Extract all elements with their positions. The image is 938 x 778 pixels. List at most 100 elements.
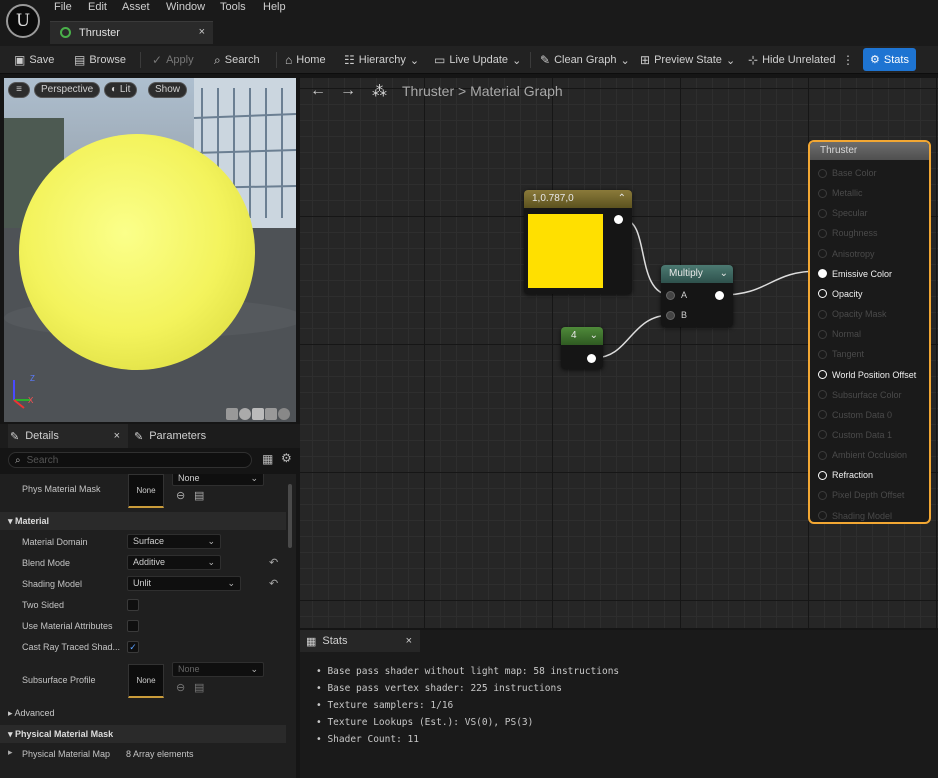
result-pin-row[interactable]: Specular (818, 208, 868, 218)
material-graph[interactable]: ← → ⁂ Thruster > Material Graph 1,0.787,… (300, 78, 938, 628)
clean-graph-button[interactable]: ✎ Clean Graph ⌄ (540, 50, 630, 70)
menu-help[interactable]: Help (263, 1, 286, 13)
result-pin-row[interactable]: Anisotropy (818, 249, 875, 259)
result-input-pin[interactable] (818, 208, 827, 218)
section-advanced[interactable]: ▸ Advanced (0, 704, 286, 722)
menu-window[interactable]: Window (166, 1, 205, 13)
details-search-input[interactable]: ⌕ Search (8, 452, 252, 468)
perspective-button[interactable]: Perspective (34, 82, 101, 98)
material-domain-dropdown[interactable]: Surface ⌄ (127, 534, 221, 549)
two-sided-checkbox[interactable] (127, 599, 139, 611)
result-pin-row[interactable]: Ambient Occlusion (818, 450, 907, 460)
sphere-mesh-icon[interactable] (239, 408, 251, 420)
hierarchy-button[interactable]: ☷ Hierarchy ⌄ (344, 50, 419, 70)
browse-button[interactable]: ▤ Browse (74, 50, 126, 70)
chevron-down-icon[interactable]: ⌄ (720, 265, 728, 283)
phys-material-mask-thumbnail[interactable]: None (128, 474, 164, 508)
collapse-chevron-icon[interactable]: ⌃ (618, 190, 626, 208)
result-input-pin[interactable] (818, 329, 827, 339)
menu-asset[interactable]: Asset (122, 1, 150, 13)
material-result-node[interactable]: Thruster Base Color Metallic Specular Rough… (808, 140, 931, 524)
phys-material-mask-dropdown[interactable]: None ⌄ (172, 474, 264, 486)
hide-unrelated-button[interactable]: ⊹ Hide Unrelated (748, 50, 835, 70)
use-material-attributes-checkbox[interactable] (127, 620, 139, 632)
result-pin-row[interactable]: Refraction (818, 470, 873, 480)
constant-output-pin[interactable] (587, 354, 596, 363)
lit-button[interactable]: ◐ Lit (104, 82, 138, 98)
result-input-pin[interactable] (818, 410, 827, 420)
constant-node[interactable]: 4 ⌄ (561, 327, 603, 369)
reset-to-default-icon[interactable]: ↶ (269, 577, 278, 590)
result-pin-row[interactable]: Opacity (818, 289, 863, 299)
result-input-pin[interactable] (818, 269, 827, 279)
multiply-node[interactable]: Multiply ⌄ A B (661, 265, 733, 327)
constant3-node[interactable]: 1,0.787,0 ⌃ (524, 190, 632, 294)
result-input-pin[interactable] (818, 470, 827, 480)
result-input-pin[interactable] (818, 168, 827, 178)
stats-close-icon[interactable]: × (406, 635, 412, 647)
color-swatch[interactable] (528, 214, 603, 288)
apply-button[interactable]: ✓ Apply (152, 50, 194, 70)
constant3-output-pin[interactable] (614, 215, 623, 224)
result-pin-row[interactable]: Base Color (818, 168, 877, 178)
result-pin-row[interactable]: Pixel Depth Offset (818, 490, 904, 500)
tab-close-icon[interactable]: × (199, 26, 205, 38)
result-pin-row[interactable]: Tangent (818, 349, 864, 359)
settings-gear-icon[interactable]: ⚙ (281, 451, 292, 465)
cube-mesh-icon[interactable] (265, 408, 277, 420)
result-input-pin[interactable] (818, 249, 827, 259)
result-pin-row[interactable]: Normal (818, 329, 861, 339)
tab-parameters[interactable]: ✎ Parameters (134, 424, 206, 448)
preview-viewport[interactable]: ≡ Perspective ◐ Lit Show Z X (4, 78, 296, 422)
subsurface-profile-dropdown[interactable]: None ⌄ (172, 662, 264, 677)
save-button[interactable]: ▣ Save (14, 50, 54, 70)
result-input-pin[interactable] (818, 430, 827, 440)
menu-tools[interactable]: Tools (220, 1, 246, 13)
result-pin-row[interactable]: World Position Offset (818, 370, 916, 380)
result-input-pin[interactable] (818, 370, 827, 379)
use-selected-icon[interactable]: ⊖ (176, 489, 185, 502)
reset-to-default-icon[interactable]: ↶ (269, 556, 278, 569)
result-input-pin[interactable] (818, 390, 827, 400)
live-update-button[interactable]: ▭ Live Update ⌄ (434, 50, 521, 70)
result-input-pin[interactable] (818, 349, 827, 359)
subsurface-profile-thumbnail[interactable]: None (128, 664, 164, 698)
multiply-output-pin[interactable] (715, 291, 724, 300)
chevron-right-icon[interactable]: ▸ (8, 747, 13, 758)
result-input-pin[interactable] (818, 188, 827, 198)
menu-file[interactable]: File (54, 1, 72, 13)
result-pin-row[interactable]: Shading Model (818, 511, 892, 521)
unreal-logo-icon[interactable]: U (6, 4, 40, 38)
cylinder-mesh-icon[interactable] (226, 408, 238, 420)
result-input-pin[interactable] (818, 490, 827, 500)
result-pin-row[interactable]: Custom Data 0 (818, 410, 892, 420)
result-input-pin[interactable] (818, 511, 827, 521)
result-pin-row[interactable]: Subsurface Color (818, 390, 902, 400)
details-scrollbar[interactable] (288, 484, 292, 548)
tab-stats[interactable]: ▦ Stats × (300, 630, 420, 652)
tab-thruster[interactable]: Thruster × (50, 21, 213, 44)
result-pin-row[interactable]: Emissive Color (818, 269, 892, 279)
search-button[interactable]: ⌕ Search (214, 50, 260, 70)
section-physical-material-mask[interactable]: ▾ Physical Material Mask (0, 725, 286, 743)
result-pin-row[interactable]: Metallic (818, 188, 863, 198)
result-pin-row[interactable]: Custom Data 1 (818, 430, 892, 440)
show-button[interactable]: Show (148, 82, 188, 98)
shading-model-dropdown[interactable]: Unlit ⌄ (127, 576, 241, 591)
details-close-icon[interactable]: × (114, 430, 120, 442)
result-input-pin[interactable] (818, 309, 827, 319)
chevron-down-icon[interactable]: ⌄ (590, 327, 598, 345)
section-material[interactable]: ▾ Material (0, 512, 286, 530)
result-input-pin[interactable] (818, 228, 827, 238)
result-input-pin[interactable] (818, 450, 827, 460)
cast-ray-traced-checkbox[interactable]: ✓ (127, 641, 139, 653)
tab-details[interactable]: ✎ Details × (8, 424, 128, 448)
preview-state-button[interactable]: ⊞ Preview State ⌄ (640, 50, 735, 70)
result-input-pin[interactable] (818, 289, 827, 299)
multiply-input-b-pin[interactable] (666, 311, 675, 320)
use-selected-icon[interactable]: ⊖ (176, 681, 185, 694)
plane-mesh-icon[interactable] (252, 408, 264, 420)
result-pin-row[interactable]: Roughness (818, 228, 878, 238)
menu-edit[interactable]: Edit (88, 1, 107, 13)
browse-asset-icon[interactable]: ▤ (194, 489, 204, 502)
